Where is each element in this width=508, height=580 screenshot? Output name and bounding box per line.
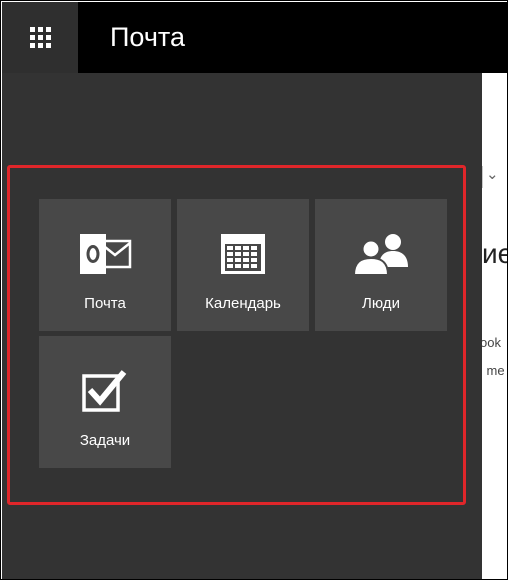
background-text: ook — [482, 335, 501, 350]
tile-mail[interactable]: Почта — [39, 199, 171, 331]
app-launcher-button[interactable] — [2, 2, 78, 73]
background-text: l me — [482, 363, 505, 378]
top-app-bar: Почта — [2, 2, 507, 73]
tasks-checkbox-icon — [82, 370, 127, 412]
screenshot-frame: Почта ⌄ ие ook l me Почта — [0, 0, 508, 580]
people-icon — [352, 234, 408, 276]
background-heading: ие — [482, 238, 507, 269]
chevron-down-icon[interactable]: ⌄ — [486, 165, 499, 183]
tile-label: Календарь — [205, 295, 281, 312]
tile-calendar[interactable]: Календарь — [177, 199, 309, 331]
tile-people[interactable]: Люди — [315, 199, 447, 331]
tile-tasks[interactable]: Задачи — [39, 336, 171, 468]
app-title: Почта — [110, 22, 185, 52]
background-content-peek: ⌄ ие ook l me — [482, 73, 507, 579]
app-launcher-icon — [29, 27, 51, 48]
outlook-mail-icon — [80, 234, 132, 274]
toolbar-separator — [482, 166, 483, 188]
tile-label: Люди — [362, 295, 400, 312]
calendar-icon — [221, 234, 265, 274]
tile-label: Задачи — [79, 432, 131, 449]
tile-label: Почта — [84, 295, 126, 312]
